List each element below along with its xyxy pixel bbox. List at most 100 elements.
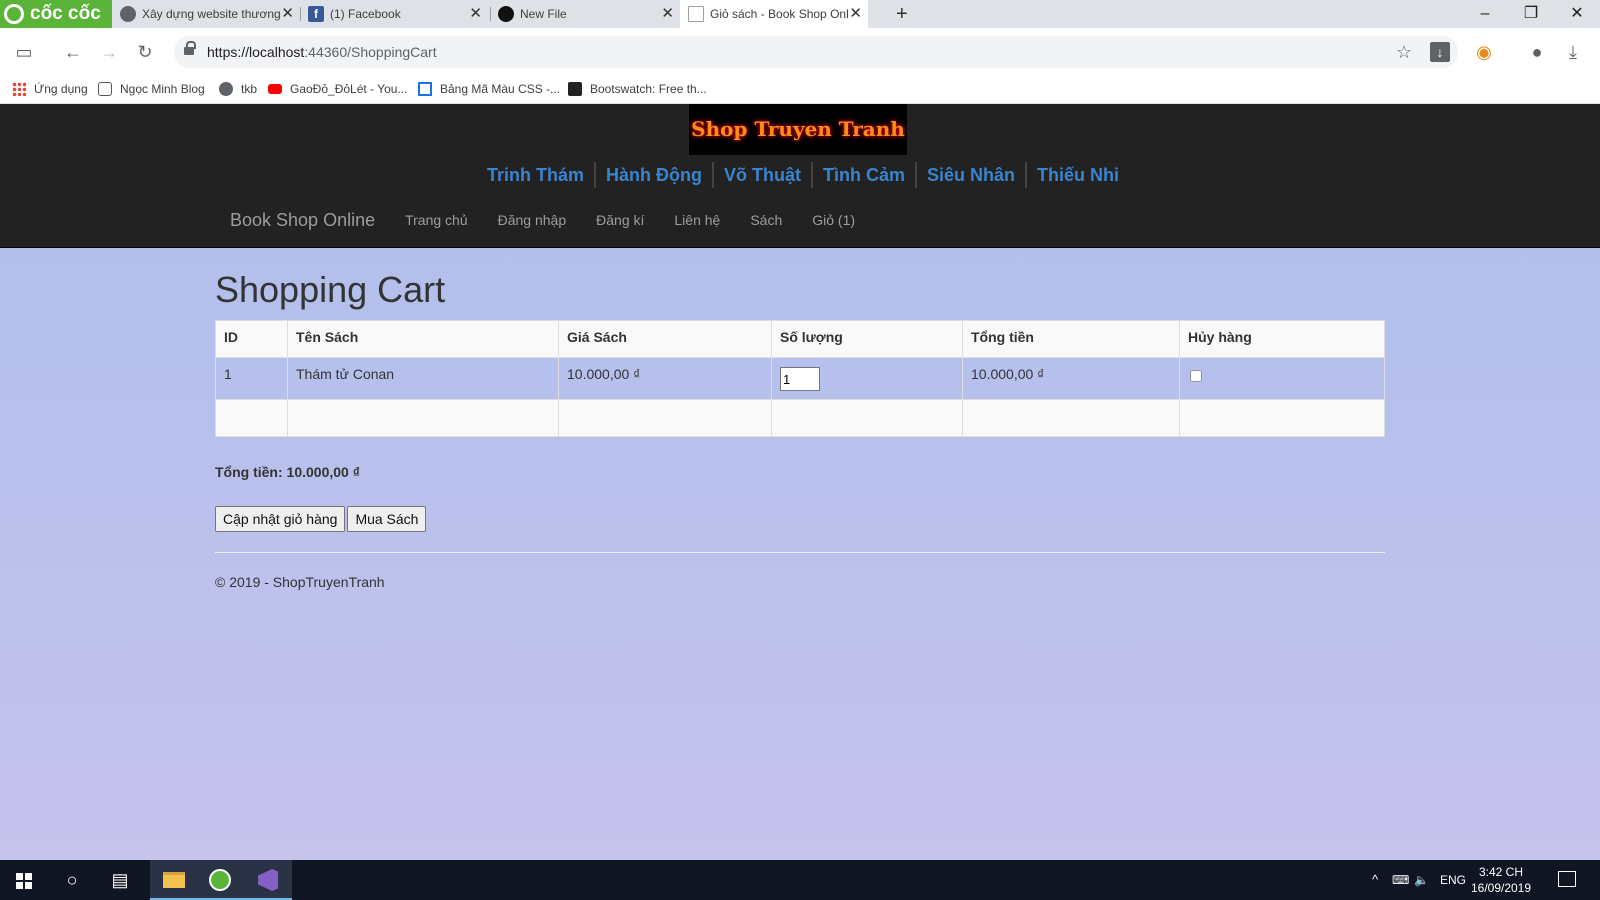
empty-cell [287, 399, 559, 437]
profile-icon[interactable]: ● [1525, 40, 1549, 64]
quantity-input[interactable] [780, 367, 820, 391]
visual-studio-icon[interactable] [244, 860, 292, 900]
bookmark-bang-ma-mau[interactable]: Bảng Mã Màu CSS -... [418, 76, 560, 102]
coccoc-brand-button[interactable]: cốc cốc [0, 0, 112, 28]
column-header-huy-hang: Hủy hàng [1179, 320, 1385, 358]
notification-icon[interactable] [1558, 871, 1576, 887]
start-button[interactable] [0, 860, 48, 900]
site-navbar: Shop Truyen Tranh Trinh Thám Hành Động V… [0, 104, 1600, 248]
network-icon[interactable]: ⌨ [1392, 860, 1409, 900]
coccoc-brand-label: cốc cốc [30, 3, 101, 24]
tab-title: New File [520, 7, 567, 21]
brand-link[interactable]: Book Shop Online [215, 210, 390, 231]
nav-dang-nhap[interactable]: Đăng nhập [483, 212, 582, 228]
back-icon[interactable]: ← [61, 40, 85, 64]
bookmark-gaodo[interactable]: GaoĐỏ_ĐỏLét - You... [268, 76, 407, 102]
cell-price: 10.000,00 ₫ [558, 357, 772, 400]
cart-actions: Cập nhật giỏ hàng Mua Sách [215, 506, 427, 532]
css-icon [418, 82, 432, 96]
column-header-ten-sach: Tên Sách [287, 320, 559, 358]
column-header-so-luong: Số lượng [771, 320, 963, 358]
nav-lien-he[interactable]: Liên hệ [659, 212, 735, 228]
cell-cancel [1179, 357, 1385, 400]
new-tab-button[interactable]: + [896, 0, 908, 28]
empty-cell [962, 399, 1180, 437]
category-trinh-tham[interactable]: Trinh Thám [478, 162, 594, 188]
volume-icon[interactable]: 🔈 [1414, 860, 1429, 900]
apps-icon [12, 82, 26, 96]
chevron-up-icon[interactable]: ^ [1372, 860, 1378, 900]
close-tab-icon[interactable]: ✕ [661, 0, 674, 28]
coccoc-browser-icon[interactable] [196, 860, 244, 900]
downloads-icon[interactable]: ⤓ [1561, 40, 1585, 64]
coccoc-logo-icon [4, 4, 24, 24]
tab-title: (1) Facebook [330, 7, 401, 21]
windows-taskbar: ○ ▤ ^ ⌨ 🔈 ENG 3:42 CH 16/09/2019 [0, 860, 1600, 900]
empty-cell [215, 399, 288, 437]
sidebar-toggle-icon[interactable]: ▭ [12, 40, 36, 64]
bookmark-bootswatch[interactable]: Bootswatch: Free th... [568, 76, 707, 102]
tab-new-file[interactable]: New File ✕ [490, 0, 680, 28]
update-cart-button[interactable]: Cập nhật giỏ hàng [215, 506, 346, 532]
document-icon [688, 6, 704, 22]
tab-facebook[interactable]: f (1) Facebook ✕ [300, 0, 488, 28]
category-sieu-nhan[interactable]: Siêu Nhân [915, 162, 1025, 188]
globe-icon [120, 6, 136, 22]
buy-books-button[interactable]: Mua Sách [347, 506, 427, 532]
clock-date: 16/09/2019 [1470, 881, 1532, 895]
cancel-checkbox[interactable] [1190, 370, 1202, 382]
extension-icon[interactable]: ◉ [1472, 40, 1496, 64]
forward-icon[interactable]: → [97, 40, 121, 64]
clock-time: 3:42 CH [1478, 865, 1524, 879]
search-icon[interactable]: ○ [48, 860, 96, 900]
cart-table: ID Tên Sách Giá Sách Số lượng Tổng tiền … [215, 320, 1385, 437]
bookmark-ung-dung[interactable]: Ứng dụng [12, 76, 88, 102]
task-view-icon[interactable]: ▤ [96, 860, 144, 900]
category-thieu-nhi[interactable]: Thiếu Nhi [1025, 162, 1129, 188]
tab-gio-sach[interactable]: Giỏ sách - Book Shop Onl ✕ [680, 0, 868, 28]
save-page-icon[interactable]: ↓ [1430, 42, 1450, 62]
bookmark-tkb[interactable]: tkb [219, 76, 257, 102]
column-header-tong-tien: Tổng tiền [962, 320, 1180, 358]
table-row: 1 Thám tử Conan 10.000,00 ₫ 10.000,00 ₫ [215, 357, 1385, 400]
bootswatch-icon [568, 82, 582, 96]
column-header-id: ID [215, 320, 288, 358]
footer-copyright: © 2019 - ShopTruyenTranh [215, 574, 385, 590]
nav-gio[interactable]: Giỏ (1) [797, 212, 870, 228]
cell-quantity [771, 357, 963, 400]
category-hanh-dong[interactable]: Hành Động [594, 162, 712, 188]
close-tab-icon[interactable]: ✕ [469, 0, 482, 28]
blog-icon [98, 82, 112, 96]
page-title: Shopping Cart [215, 269, 446, 310]
empty-cell [771, 399, 963, 437]
restore-icon[interactable]: ❐ [1508, 0, 1554, 28]
main-nav: Book Shop Online Trang chủ Đăng nhập Đăn… [215, 200, 870, 240]
globe-icon [219, 82, 233, 96]
nav-trang-chu[interactable]: Trang chủ [390, 212, 483, 228]
site-logo[interactable]: Shop Truyen Tranh [689, 104, 907, 155]
nav-dang-ki[interactable]: Đăng kí [581, 212, 659, 228]
cell-book-name: Thám tử Conan [287, 357, 559, 400]
system-clock[interactable]: 3:42 CH 16/09/2019 [1466, 864, 1536, 896]
category-tinh-cam[interactable]: Tình Cảm [811, 162, 915, 188]
close-window-icon[interactable]: ✕ [1554, 0, 1600, 28]
close-tab-icon[interactable]: ✕ [281, 0, 294, 28]
youtube-icon [268, 84, 282, 94]
cart-container: Shopping Cart ID Tên Sách Giá Sách Số lư… [215, 262, 1385, 590]
language-indicator[interactable]: ENG [1440, 860, 1466, 900]
github-icon [498, 6, 514, 22]
browser-tab-bar: cốc cốc Xây dựng website thương ✕ f (1) … [0, 0, 1600, 28]
address-bar[interactable]: https://localhost:44360/ShoppingCart ☆ ↓ [174, 36, 1458, 68]
category-menu: Trinh Thám Hành Động Võ Thuật Tình Cảm S… [478, 160, 1129, 190]
facebook-icon: f [308, 6, 324, 22]
close-tab-icon[interactable]: ✕ [849, 0, 862, 28]
category-vo-thuat[interactable]: Võ Thuật [712, 162, 811, 188]
file-explorer-icon[interactable] [150, 860, 198, 900]
nav-sach[interactable]: Sách [735, 212, 797, 228]
bookmark-star-icon[interactable]: ☆ [1396, 36, 1412, 68]
minimize-icon[interactable]: – [1462, 0, 1508, 28]
bookmark-ngoc-minh-blog[interactable]: Ngọc Minh Blog [98, 76, 205, 102]
reload-icon[interactable]: ↻ [133, 40, 157, 64]
tab-xay-dung-website[interactable]: Xây dựng website thương ✕ [112, 0, 300, 28]
url-text[interactable]: https://localhost:44360/ShoppingCart [207, 36, 437, 68]
